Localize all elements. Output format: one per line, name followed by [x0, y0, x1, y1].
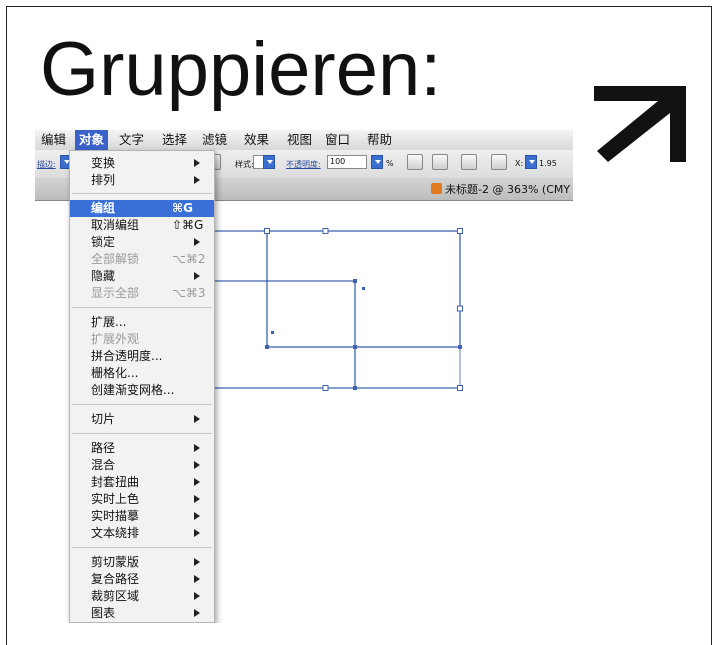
- menu-item-arrange[interactable]: 排列: [70, 172, 214, 189]
- menu-view[interactable]: 视图: [283, 130, 316, 150]
- menu-separator: [72, 547, 212, 548]
- menu-separator: [72, 433, 212, 434]
- submenu-arrow-icon: [194, 478, 200, 486]
- submenu-arrow-icon: [194, 558, 200, 566]
- menu-help[interactable]: 帮助: [363, 130, 396, 150]
- style-dropdown[interactable]: [263, 155, 275, 169]
- menu-object[interactable]: 对象: [75, 130, 109, 150]
- menu-item-live-paint[interactable]: 实时上色: [70, 491, 214, 508]
- align-icon[interactable]: [461, 154, 477, 170]
- submenu-arrow-icon: [194, 159, 200, 167]
- menu-filter[interactable]: 滤镜: [198, 130, 231, 150]
- submenu-arrow-icon: [194, 512, 200, 520]
- submenu-arrow-icon: [194, 495, 200, 503]
- x-input[interactable]: 1.95: [539, 159, 557, 168]
- reference-point-icon[interactable]: [491, 154, 507, 170]
- document-tab-title: 未标题-2 @ 363% (CMY: [445, 183, 571, 196]
- object-menu-dropdown: 变换 排列 编组 ⌘G 取消编组 ⇧⌘G 锁定 全部解锁 ⌥⌘2 隐藏 显示全部 ⌥⌘3…: [69, 150, 215, 623]
- submenu-arrow-icon: [194, 529, 200, 537]
- arrow-up-right-icon: [594, 86, 686, 162]
- menu-type[interactable]: 文字: [115, 130, 148, 150]
- submenu-arrow-icon: [194, 461, 200, 469]
- submenu-arrow-icon: [194, 444, 200, 452]
- menu-separator: [72, 404, 212, 405]
- menu-item-show-all: 显示全部 ⌥⌘3: [91, 286, 206, 300]
- menu-item-hide[interactable]: 隐藏: [70, 268, 214, 285]
- menu-item-unlock-all: 全部解锁 ⌥⌘2: [91, 252, 206, 266]
- x-stepper[interactable]: [525, 155, 537, 169]
- menu-item-group[interactable]: 编组 ⌘G: [70, 200, 214, 217]
- menu-item-live-trace[interactable]: 实时描摹: [70, 508, 214, 525]
- menu-item-expand[interactable]: 扩展...: [70, 314, 214, 331]
- menu-item-path[interactable]: 路径: [70, 440, 214, 457]
- submenu-arrow-icon: [194, 176, 200, 184]
- submenu-arrow-icon: [194, 609, 200, 617]
- submenu-arrow-icon: [194, 592, 200, 600]
- menu-separator: [72, 193, 212, 194]
- recolor-artwork-icon[interactable]: [407, 154, 423, 170]
- slide-title: Gruppieren:: [40, 27, 442, 112]
- percent-sign: %: [386, 159, 394, 168]
- menu-item-rasterize[interactable]: 栅格化...: [70, 365, 214, 382]
- menu-item-expand-appearance: 扩展外观: [91, 332, 140, 346]
- submenu-arrow-icon: [194, 272, 200, 280]
- document-tab[interactable]: 未标题-2 @ 363% (CMY: [431, 182, 570, 198]
- submenu-arrow-icon: [194, 575, 200, 583]
- opacity-dropdown[interactable]: [371, 155, 383, 169]
- menu-item-artboards[interactable]: 裁剪区域: [70, 588, 214, 605]
- menu-item-create-gradient-mesh[interactable]: 创建渐变网格...: [70, 382, 214, 399]
- x-label: X:: [515, 159, 524, 168]
- submenu-arrow-icon: [194, 238, 200, 246]
- menu-effect[interactable]: 效果: [240, 130, 273, 150]
- menu-item-text-wrap[interactable]: 文本绕排: [70, 525, 214, 542]
- menu-item-slice[interactable]: 切片: [70, 411, 214, 428]
- app-screenshot: 编辑 对象 文字 选择 滤镜 效果 视图 窗口 帮助 描边: 样式: 不透明度:…: [35, 130, 573, 623]
- menu-window[interactable]: 窗口: [321, 130, 354, 150]
- submenu-arrow-icon: [194, 415, 200, 423]
- opacity-label[interactable]: 不透明度:: [286, 159, 321, 170]
- menu-item-envelope-distort[interactable]: 封套扭曲: [70, 474, 214, 491]
- menu-item-flatten-transparency[interactable]: 拼合透明度...: [70, 348, 214, 365]
- opacity-input[interactable]: 100: [327, 155, 367, 169]
- stroke-label: 描边:: [37, 160, 56, 169]
- menu-select[interactable]: 选择: [158, 130, 191, 150]
- menu-bar: 编辑 对象 文字 选择 滤镜 效果 视图 窗口 帮助: [35, 130, 573, 151]
- menu-edit[interactable]: 编辑: [37, 130, 70, 150]
- menu-item-compound-path[interactable]: 复合路径: [70, 571, 214, 588]
- menu-item-blend[interactable]: 混合: [70, 457, 214, 474]
- menu-item-clipping-mask[interactable]: 剪切蒙版: [70, 554, 214, 571]
- menu-item-ungroup[interactable]: 取消编组 ⇧⌘G: [70, 217, 214, 234]
- menu-separator: [72, 307, 212, 308]
- isolate-group-icon[interactable]: [432, 154, 448, 170]
- ai-file-icon: [431, 183, 442, 194]
- style-label: 样式:: [235, 160, 254, 169]
- menu-item-graph[interactable]: 图表: [70, 605, 214, 622]
- menu-item-lock[interactable]: 锁定: [70, 234, 214, 251]
- menu-item-transform[interactable]: 变换: [70, 155, 214, 172]
